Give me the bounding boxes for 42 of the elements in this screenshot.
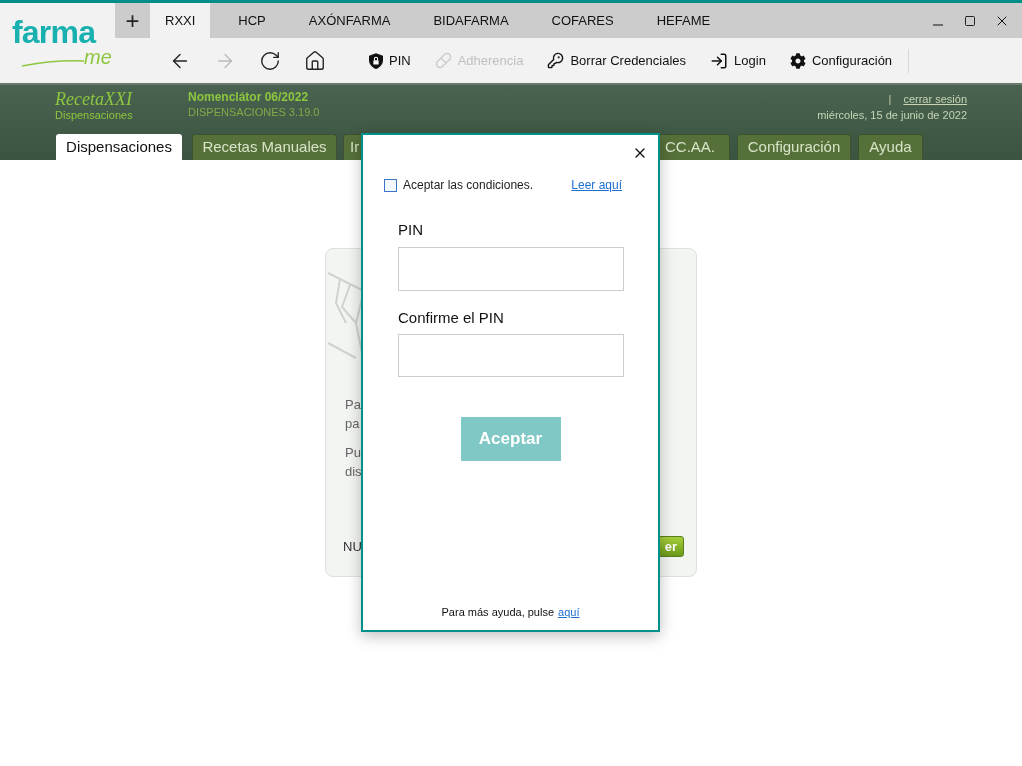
maximize-icon[interactable] — [964, 14, 976, 27]
confirm-pin-field[interactable] — [398, 334, 624, 377]
toolbar-button[interactable]: Borrar Credenciales — [535, 45, 699, 76]
app-tab[interactable]: Dispensaciones — [56, 134, 182, 160]
brand-logo: RecetaXXI — [55, 89, 134, 109]
card-text: pa — [345, 415, 361, 433]
help-link[interactable]: aquí — [558, 603, 580, 620]
confirm-pin-label: Confirme el PIN — [398, 309, 505, 327]
logo-subtext: me — [84, 47, 112, 67]
app-tab[interactable]: Ayuda — [858, 134, 923, 160]
brand-subtitle: Dispensaciones — [55, 109, 134, 121]
card-text: Pa — [345, 396, 362, 414]
toolbar-button[interactable]: Login — [698, 45, 778, 76]
card-footer-text: NU — [343, 537, 362, 556]
help-text: Para más ayuda, pulse — [441, 604, 555, 620]
browser-tab[interactable]: RXXI — [150, 3, 211, 38]
logo-text: farma — [12, 17, 97, 47]
toolbar-button[interactable]: Configuración — [777, 45, 905, 76]
app-tab[interactable]: Configuración — [737, 134, 851, 160]
logout-link[interactable]: cerrar sesión — [903, 91, 967, 107]
card-text: dis — [345, 463, 363, 481]
reload-icon — [258, 49, 281, 72]
new-tab-button[interactable]: + — [115, 3, 150, 38]
nomenclator-text: Nomenclátor 06/2022 — [188, 90, 310, 105]
key-icon — [547, 52, 565, 69]
pill-icon — [434, 52, 452, 69]
shield-lock-icon — [369, 52, 383, 69]
pin-field[interactable] — [398, 247, 624, 291]
card-text: Pu — [345, 444, 362, 462]
terms-link[interactable]: Leer aquí — [571, 176, 622, 194]
checkbox-label: Aceptar las condiciones. — [403, 177, 534, 194]
swoosh-icon — [22, 59, 84, 67]
login-icon — [710, 51, 729, 70]
toolbar-button[interactable]: PIN — [357, 45, 423, 76]
separator-text: | — [888, 92, 892, 107]
version-text: DISPENSACIONES 3.19.0 — [188, 105, 320, 119]
date-text: miércoles, 15 de junio de 2022 — [817, 108, 967, 123]
settings-icon — [789, 52, 806, 69]
app-tab[interactable]: Recetas Manuales — [192, 134, 337, 160]
checkbox[interactable] — [384, 178, 397, 192]
pin-label: PIN — [398, 221, 424, 239]
home-icon — [303, 49, 326, 72]
